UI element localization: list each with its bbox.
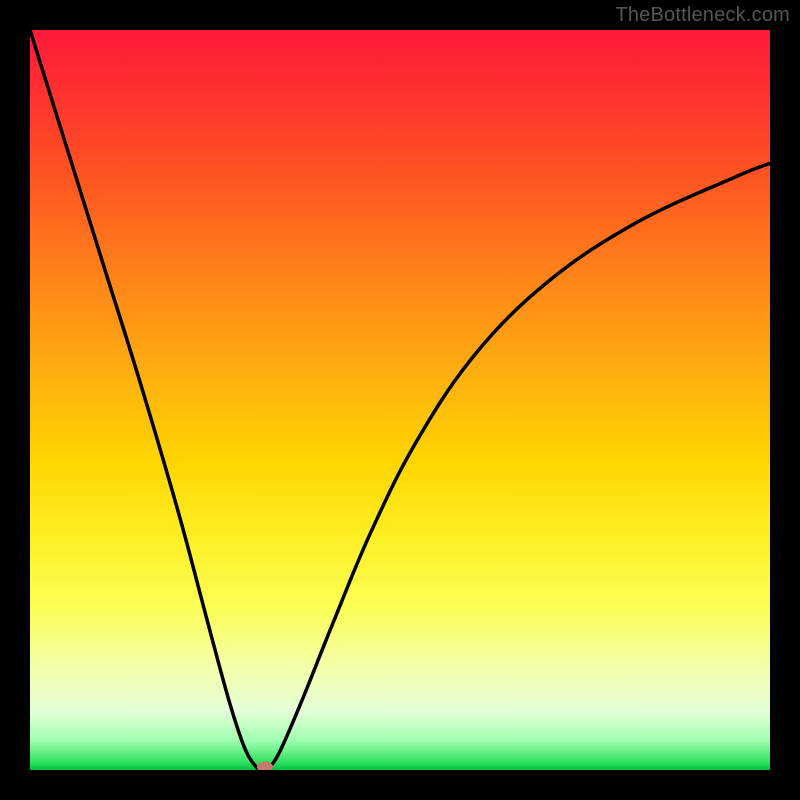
chart-plot-area xyxy=(30,30,770,770)
minimum-marker xyxy=(257,762,273,771)
watermark-text: TheBottleneck.com xyxy=(615,4,790,27)
bottleneck-curve xyxy=(30,30,770,770)
